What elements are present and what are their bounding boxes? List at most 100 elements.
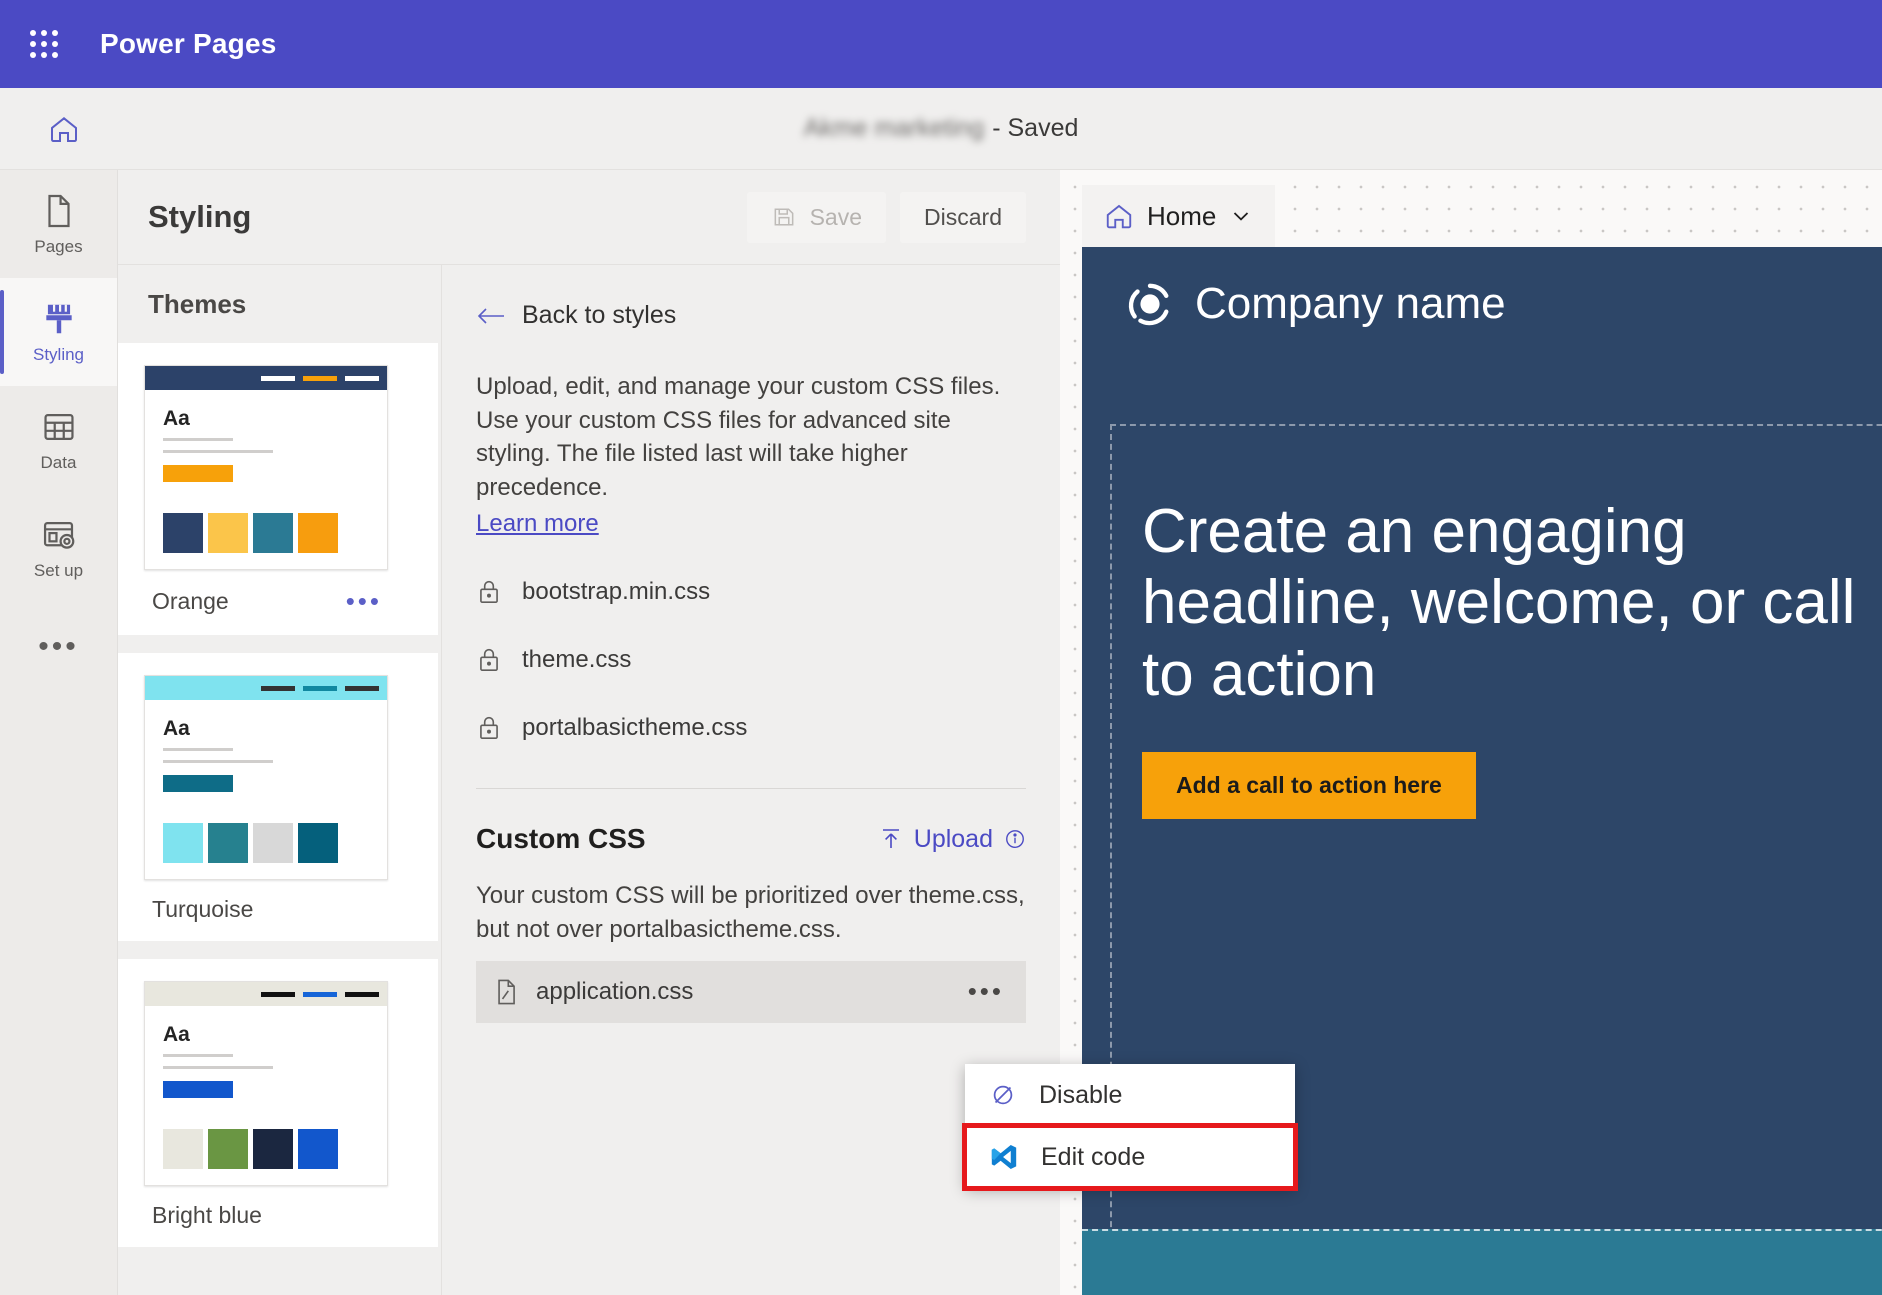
eye-slash-icon xyxy=(989,1081,1017,1109)
theme-card-turquoise[interactable]: Aa Turquoise xyxy=(118,653,438,941)
panel-description: Upload, edit, and manage your custom CSS… xyxy=(476,373,1001,501)
sidebar-item-pages[interactable]: Pages xyxy=(0,170,117,278)
sidebar-item-styling[interactable]: Styling xyxy=(0,278,117,386)
context-menu-item-disable[interactable]: Disable xyxy=(965,1064,1295,1126)
custom-css-header: Custom CSS Upload xyxy=(476,823,1026,855)
thumb-navlink xyxy=(345,685,379,691)
thumb-navlink xyxy=(303,375,337,381)
company-name: Company name xyxy=(1195,279,1506,328)
circle-logo-icon xyxy=(1127,281,1173,327)
theme-menu-button[interactable]: ••• xyxy=(346,586,382,617)
themes-header: Themes xyxy=(148,288,247,319)
sidebar-more-button[interactable]: ••• xyxy=(0,602,117,692)
themes-column: Themes Aa Orange ••• Aa Turquoise Aa Bri… xyxy=(118,265,438,1295)
upload-arrow-icon xyxy=(879,826,903,852)
custom-css-file-name: application.css xyxy=(536,977,694,1005)
sidebar-item-label: Set up xyxy=(33,560,84,580)
swatch xyxy=(298,823,338,863)
thumb-line xyxy=(163,450,273,453)
thumb-body: Aa xyxy=(145,700,387,792)
thumb-navbar xyxy=(145,366,387,390)
page-tab-label: Home xyxy=(1147,200,1217,231)
theme-swatches xyxy=(163,513,338,553)
swatch xyxy=(298,1129,338,1169)
vscode-icon xyxy=(989,1142,1019,1172)
locked-file-name: theme.css xyxy=(522,646,632,674)
theme-name-row: Bright blue xyxy=(144,1186,412,1237)
locked-file-row: portalbasictheme.css xyxy=(476,714,1026,742)
call-to-action-button[interactable]: Add a call to action here xyxy=(1142,751,1476,819)
thumb-aa-text: Aa xyxy=(163,717,190,740)
custom-css-file-menu-button[interactable]: ••• xyxy=(968,976,1004,1007)
theme-name-row: Turquoise xyxy=(144,880,412,931)
theme-name: Orange xyxy=(152,588,229,614)
context-menu-item-label: Disable xyxy=(1039,1080,1123,1109)
swatch xyxy=(253,1129,293,1169)
divider xyxy=(118,635,438,653)
theme-swatches xyxy=(163,823,338,863)
sidebar-item-data[interactable]: Data xyxy=(0,386,117,494)
page-icon xyxy=(40,192,78,230)
table-icon xyxy=(40,408,78,446)
theme-thumbnail[interactable]: Aa xyxy=(144,981,388,1186)
thumb-body: Aa xyxy=(145,390,387,482)
upload-button[interactable]: Upload xyxy=(879,825,1026,854)
preview-teal-band xyxy=(1082,1229,1882,1295)
left-rail: Pages Styling Data Set up ••• xyxy=(0,170,118,1295)
context-menu-item-edit-code[interactable]: Edit code xyxy=(962,1123,1298,1191)
divider xyxy=(118,941,438,959)
thumb-navlink xyxy=(345,991,379,997)
app-title: Power Pages xyxy=(100,28,277,59)
swatch xyxy=(298,513,338,553)
custom-css-description: Your custom CSS will be prioritized over… xyxy=(476,882,1025,943)
custom-css-title: Custom CSS xyxy=(476,823,646,855)
panel-actions: Save Discard xyxy=(746,191,1060,243)
thumb-button xyxy=(163,775,233,792)
swatch xyxy=(163,823,203,863)
context-menu-item-label: Edit code xyxy=(1041,1142,1146,1171)
thumb-navlink xyxy=(303,991,337,997)
divider xyxy=(476,788,1026,790)
swatch xyxy=(208,823,248,863)
custom-css-file-row[interactable]: application.css ••• xyxy=(476,960,1026,1023)
page-title: Styling xyxy=(148,199,252,234)
theme-card-bright-blue[interactable]: Aa Bright blue xyxy=(118,959,438,1247)
thumb-navlink xyxy=(345,375,379,381)
saved-status: - Saved xyxy=(992,114,1079,142)
thumb-navlink xyxy=(261,991,295,997)
thumb-aa-text: Aa xyxy=(163,407,190,430)
theme-name: Bright blue xyxy=(152,1202,262,1228)
css-file-icon xyxy=(492,977,520,1007)
theme-card-orange[interactable]: Aa Orange ••• xyxy=(118,343,438,635)
learn-more-link[interactable]: Learn more xyxy=(476,510,599,538)
save-floppy-icon xyxy=(771,204,797,230)
theme-thumbnail[interactable]: Aa xyxy=(144,675,388,880)
thumb-aa-text: Aa xyxy=(163,1023,190,1046)
theme-thumbnail[interactable]: Aa xyxy=(144,365,388,570)
locked-file-row: bootstrap.min.css xyxy=(476,578,1026,606)
swatch xyxy=(253,823,293,863)
swatch xyxy=(208,513,248,553)
locked-file-name: portalbasictheme.css xyxy=(522,714,748,742)
info-circle-icon[interactable] xyxy=(1004,828,1026,850)
sidebar-item-label: Pages xyxy=(34,236,83,256)
thumb-navlink xyxy=(303,685,337,691)
upload-label: Upload xyxy=(913,824,993,853)
save-label: Save xyxy=(809,203,863,230)
sidebar-item-set-up[interactable]: Set up xyxy=(0,494,117,602)
save-button[interactable]: Save xyxy=(746,191,887,243)
thumb-navbar xyxy=(145,676,387,700)
chevron-down-icon[interactable] xyxy=(1229,204,1253,228)
swatch xyxy=(208,1129,248,1169)
discard-button[interactable]: Discard xyxy=(900,191,1026,243)
thumb-line xyxy=(163,1054,233,1057)
thumb-line xyxy=(163,760,273,763)
back-to-styles-button[interactable]: Back to styles xyxy=(476,301,1026,330)
page-tab-home[interactable]: Home xyxy=(1082,185,1276,247)
site-header: Company name xyxy=(1082,247,1882,329)
app-launcher-icon[interactable] xyxy=(20,20,68,68)
thumb-navlink xyxy=(261,685,295,691)
thumb-line xyxy=(163,1066,273,1069)
site-title: Akme marketing - Saved xyxy=(0,114,1882,143)
thumb-navbar xyxy=(145,982,387,1006)
